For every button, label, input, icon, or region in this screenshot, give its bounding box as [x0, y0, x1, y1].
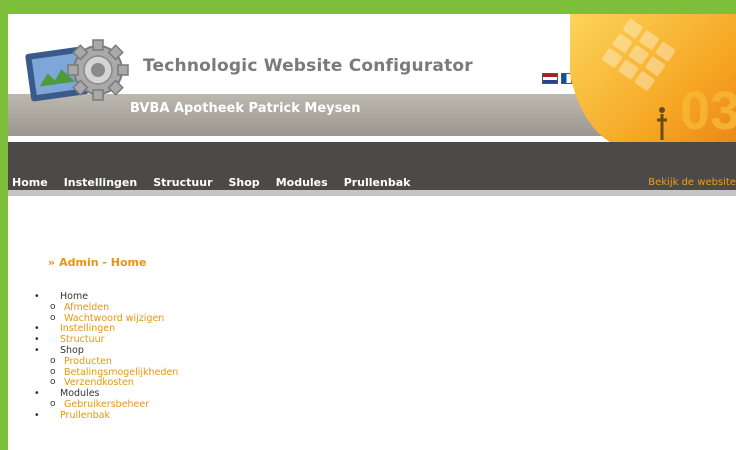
link-prullenbak[interactable]: Prullenbak: [60, 410, 110, 421]
logo-gear-icon: [25, 39, 129, 102]
nav-modules[interactable]: Modules: [276, 176, 328, 189]
frame-top: [0, 0, 736, 14]
link-instellingen[interactable]: Instellingen: [60, 323, 115, 334]
view-website-link[interactable]: Bekijk de website: [648, 177, 736, 188]
menu-item-structuur: Structuur: [28, 334, 178, 346]
nav-instellingen[interactable]: Instellingen: [64, 176, 138, 189]
main-nav: Home Instellingen Structuur Shop Modules…: [12, 176, 426, 189]
link-afmelden[interactable]: Afmelden: [64, 302, 109, 313]
nav-home[interactable]: Home: [12, 176, 48, 189]
deco-number: 03: [680, 81, 736, 141]
nav-shop[interactable]: Shop: [229, 176, 260, 189]
link-producten[interactable]: Producten: [64, 356, 112, 367]
link-wachtwoord-wijzigen[interactable]: Wachtwoord wijzigen: [64, 313, 164, 324]
page-title: » Admin - Home: [48, 256, 146, 269]
page-title-text: Admin - Home: [59, 256, 147, 269]
navbar-underline: [8, 190, 736, 196]
nav-prullenbak[interactable]: Prullenbak: [344, 176, 411, 189]
nl-flag-icon[interactable]: [542, 73, 558, 84]
frame-left: [0, 0, 8, 450]
menu-item-prullenbak: Prullenbak: [28, 410, 178, 422]
admin-menu: Home Afmelden Wachtwoord wijzigen Instel…: [28, 291, 178, 422]
link-verzendkosten[interactable]: Verzendkosten: [64, 377, 134, 388]
link-structuur[interactable]: Structuur: [60, 334, 105, 345]
breadcrumb-arrow-icon: »: [48, 256, 56, 269]
menu-item-verzend: Verzendkosten: [28, 377, 178, 389]
site-title: Technologic Website Configurator: [143, 56, 473, 76]
site-subtitle: BVBA Apotheek Patrick Meysen: [130, 101, 361, 116]
nav-structuur[interactable]: Structuur: [153, 176, 212, 189]
link-betalingsmogelijkheden[interactable]: Betalingsmogelijkheden: [64, 367, 178, 378]
link-gebruikersbeheer[interactable]: Gebruikersbeheer: [64, 399, 149, 410]
